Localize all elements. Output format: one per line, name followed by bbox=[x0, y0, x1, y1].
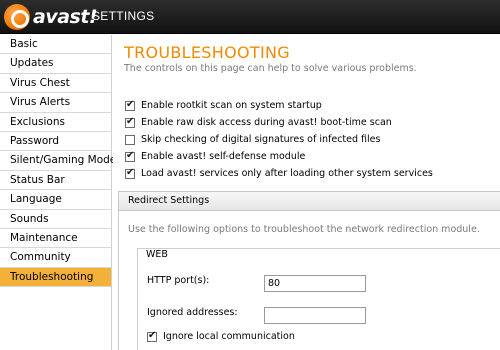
title-bar: avast! SETTINGS bbox=[0, 0, 500, 34]
ignore-local-label: Ignore local communication bbox=[163, 331, 295, 342]
option-label: Enable rootkit scan on system startup bbox=[141, 100, 322, 111]
ignored-addresses-label: Ignored addresses: bbox=[147, 307, 238, 318]
sidebar-item-virus-chest[interactable]: Virus Chest bbox=[0, 74, 111, 94]
http-ports-input[interactable]: 80 bbox=[264, 275, 366, 292]
page-subtitle: The controls on this page can help to so… bbox=[124, 63, 417, 74]
sidebar-item-language[interactable]: Language bbox=[0, 190, 111, 210]
avast-logo: avast! bbox=[4, 4, 98, 30]
option-checkbox[interactable] bbox=[125, 150, 135, 162]
option-checkbox[interactable] bbox=[125, 116, 135, 128]
redirect-settings-description: Use the following options to troubleshoo… bbox=[128, 224, 480, 235]
avast-logo-icon bbox=[4, 4, 30, 30]
option-label: Enable raw disk access during avast! boo… bbox=[141, 117, 392, 128]
ignore-local-option[interactable]: Ignore local communication bbox=[147, 329, 295, 344]
option-label: Load avast! services only after loading … bbox=[141, 168, 433, 179]
web-group-title: WEB bbox=[143, 249, 171, 260]
sidebar-item-virus-alerts[interactable]: Virus Alerts bbox=[0, 93, 111, 113]
option-row[interactable]: Enable raw disk access during avast! boo… bbox=[125, 115, 392, 130]
option-row[interactable]: Enable rootkit scan on system startup bbox=[125, 98, 322, 113]
sidebar-item-exclusions[interactable]: Exclusions bbox=[0, 113, 111, 132]
ignored-addresses-input[interactable] bbox=[264, 307, 366, 324]
sidebar-item-silent-gaming-mode[interactable]: Silent/Gaming Mode bbox=[0, 151, 116, 171]
sidebar-item-password[interactable]: Password bbox=[0, 132, 111, 152]
sidebar-item-updates[interactable]: Updates bbox=[0, 54, 111, 74]
http-ports-label: HTTP port(s): bbox=[147, 275, 210, 286]
option-row[interactable]: Load avast! services only after loading … bbox=[125, 166, 433, 181]
option-label: Enable avast! self-defense module bbox=[141, 151, 306, 162]
option-checkbox[interactable] bbox=[125, 99, 135, 111]
redirect-settings-header: Redirect Settings bbox=[118, 191, 500, 211]
sidebar-item-community[interactable]: Community bbox=[0, 248, 111, 268]
option-row[interactable]: Enable avast! self-defense module bbox=[125, 149, 305, 164]
option-row[interactable]: Skip checking of digital signatures of i… bbox=[125, 132, 380, 147]
sidebar-item-troubleshooting[interactable]: Troubleshooting bbox=[0, 267, 111, 288]
sidebar-item-status-bar[interactable]: Status Bar bbox=[0, 171, 111, 191]
window-title: SETTINGS bbox=[92, 9, 155, 23]
sidebar-item-sounds[interactable]: Sounds bbox=[0, 210, 111, 229]
sidebar: Basic Updates Virus Chest Virus Alerts Exclu… bbox=[0, 35, 116, 350]
page-title: TROUBLESHOOTING bbox=[124, 43, 290, 62]
option-checkbox[interactable] bbox=[125, 134, 135, 145]
sidebar-item-maintenance[interactable]: Maintenance bbox=[0, 229, 111, 249]
option-checkbox[interactable] bbox=[125, 167, 135, 179]
ignore-local-checkbox[interactable] bbox=[147, 330, 157, 342]
sidebar-item-basic[interactable]: Basic bbox=[0, 35, 111, 55]
logo-text: avast! bbox=[33, 6, 98, 28]
main-panel: TROUBLESHOOTING The controls on this pag… bbox=[113, 35, 500, 350]
option-label: Skip checking of digital signatures of i… bbox=[141, 134, 381, 145]
